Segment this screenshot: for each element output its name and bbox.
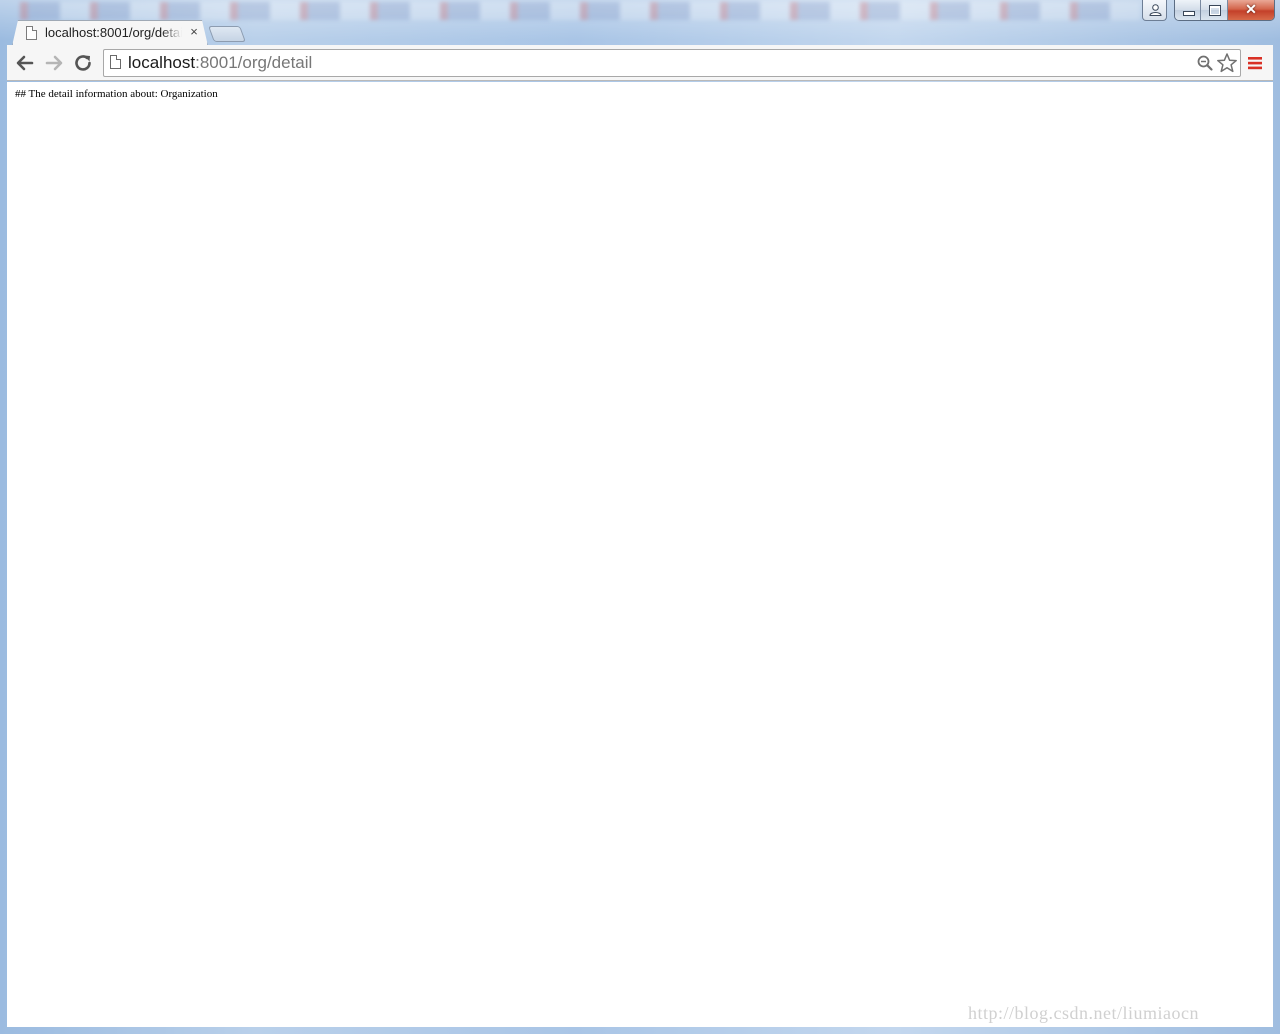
- star-icon[interactable]: [1216, 52, 1238, 74]
- close-icon: ✕: [1245, 1, 1257, 17]
- maximize-button[interactable]: [1201, 0, 1228, 20]
- back-arrow-icon[interactable]: [14, 52, 36, 74]
- forward-arrow-icon[interactable]: [43, 52, 65, 74]
- window-controls: ✕: [1174, 0, 1275, 21]
- user-profile-button[interactable]: [1142, 0, 1167, 21]
- page-viewport: [7, 82, 1273, 1027]
- close-window-button[interactable]: ✕: [1227, 0, 1274, 20]
- page-icon: [26, 26, 37, 40]
- user-icon: [1149, 4, 1162, 16]
- magnifier-icon[interactable]: [1196, 54, 1214, 72]
- new-tab-button[interactable]: [208, 26, 246, 42]
- page-info-icon[interactable]: [110, 55, 121, 69]
- url-path: :8001/org/detail: [195, 53, 313, 72]
- watermark: http://blog.csdn.net/liumiaocn: [968, 1003, 1199, 1023]
- blurred-background: [20, 2, 1140, 20]
- url-host: localhost: [128, 53, 196, 72]
- hamburger-menu-icon[interactable]: [1247, 55, 1263, 71]
- tab-close-icon[interactable]: ×: [187, 24, 201, 40]
- page-text: ## The detail information about: Organiz…: [15, 88, 218, 100]
- url-text[interactable]: localhost:8001/org/detail: [128, 52, 312, 74]
- minimize-button[interactable]: [1175, 0, 1202, 20]
- tab-title: localhost:8001/org/detail: [45, 25, 182, 40]
- reload-icon[interactable]: [72, 52, 94, 74]
